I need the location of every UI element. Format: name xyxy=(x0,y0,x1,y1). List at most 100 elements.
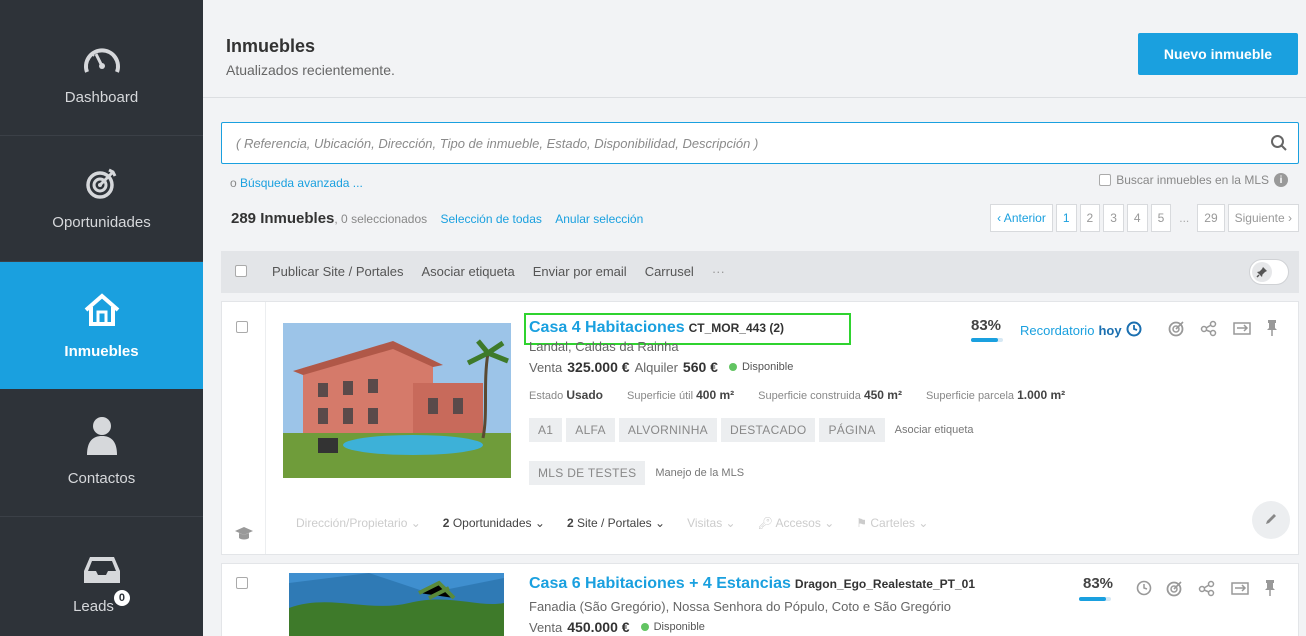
target-icon[interactable] xyxy=(1166,579,1184,600)
search-icon[interactable] xyxy=(1270,134,1288,155)
send-email-action[interactable]: Enviar por email xyxy=(533,264,627,279)
select-all-checkbox[interactable] xyxy=(235,265,247,277)
new-property-button[interactable]: Nuevo inmueble xyxy=(1138,33,1298,75)
export-icon[interactable] xyxy=(1230,580,1250,599)
associate-tag-action[interactable]: Asociar etiqueta xyxy=(422,264,515,279)
gauge-icon xyxy=(82,42,122,79)
edit-button[interactable] xyxy=(1252,501,1290,539)
tag[interactable]: ALVORNINHA xyxy=(618,418,717,442)
share-icon[interactable] xyxy=(1200,319,1218,340)
tag[interactable]: ALFA xyxy=(566,418,615,442)
sidebar-item-inmuebles[interactable]: Inmuebles xyxy=(0,262,203,389)
sidebar-item-leads[interactable]: Leads 0 xyxy=(0,517,203,636)
manage-mls-link[interactable]: Manejo de la MLS xyxy=(655,467,744,479)
property-title-line: Casa 4 Habitaciones CT_MOR_443 (2) xyxy=(529,319,784,337)
property-title-link[interactable]: Casa 6 Habitaciones + 4 Estancias xyxy=(529,575,791,592)
person-icon xyxy=(85,415,119,458)
access-dropdown[interactable]: 🔑︎ Accesos ⌄ xyxy=(758,516,835,530)
sidebar-item-contactos[interactable]: Contactos xyxy=(0,389,203,517)
visits-dropdown[interactable]: Visitas ⌄ xyxy=(687,516,736,530)
clear-selection-link[interactable]: Anular selección xyxy=(555,212,643,226)
search-input[interactable] xyxy=(236,133,1236,153)
property-card: Casa 4 Habitaciones CT_MOR_443 (2) Landal… xyxy=(221,301,1299,555)
completion-bar xyxy=(971,338,1003,342)
opportunities-dropdown[interactable]: 2 Oportunidades ⌄ xyxy=(443,516,545,530)
pager-prev[interactable]: ‹ Anterior xyxy=(990,204,1053,232)
tag-list: A1 ALFA ALVORNINHA DESTACADO PÁGINA Asoc… xyxy=(529,418,974,442)
graduation-cap-icon[interactable] xyxy=(234,526,254,545)
pager-page-1[interactable]: 1 xyxy=(1055,204,1077,232)
signs-dropdown[interactable]: ⚑ Carteles ⌄ xyxy=(856,516,928,530)
status-dot xyxy=(728,363,737,371)
target-icon[interactable] xyxy=(1168,319,1186,340)
card-actions xyxy=(1168,319,1278,340)
pager-page-5[interactable]: 5 xyxy=(1150,204,1172,232)
spec-useful-value: 400 m² xyxy=(696,388,735,402)
tag[interactable]: A1 xyxy=(529,418,563,442)
spec-built-label: Superficie construida xyxy=(758,390,861,402)
mls-search-toggle[interactable]: Buscar inmuebles en la MLS i xyxy=(1099,173,1288,187)
pin-toggle[interactable] xyxy=(1249,259,1289,285)
results-count: 289 Inmuebles xyxy=(231,210,335,227)
carousel-action[interactable]: Carrusel xyxy=(645,264,694,279)
advanced-search-link[interactable]: Búsqueda avanzada ... xyxy=(240,176,363,190)
portals-label: Site / Portales xyxy=(576,516,652,530)
opportunities-label: Oportunidades xyxy=(452,516,532,530)
info-icon[interactable]: i xyxy=(1274,173,1288,187)
completion-bar-fill xyxy=(1079,597,1106,601)
spec-plot-value: 1.000 m² xyxy=(1017,388,1066,402)
owner-dropdown[interactable]: Dirección/Propietario ⌄ xyxy=(296,516,421,530)
property-title-line: Casa 6 Habitaciones + 4 Estancias Dragon_… xyxy=(529,575,975,593)
select-all-link[interactable]: Selección de todas xyxy=(440,212,541,226)
property-price-line: Venta 450.000 € Disponible xyxy=(529,619,705,635)
sidebar-item-label: Leads 0 xyxy=(0,590,203,615)
spec-useful: Superficie útil 400 m² xyxy=(627,388,734,402)
page-header: Inmuebles Atualizados recientemente. Nue… xyxy=(203,0,1306,98)
mls-tag[interactable]: MLS DE TESTES xyxy=(529,461,646,485)
selected-count: , 0 seleccionados xyxy=(334,212,428,226)
card-actions xyxy=(1136,579,1276,600)
mls-label: Buscar inmuebles en la MLS xyxy=(1116,173,1269,187)
sidebar-item-dashboard[interactable]: Dashboard xyxy=(0,0,203,136)
mls-checkbox[interactable] xyxy=(1099,174,1112,186)
property-reference: Dragon_Ego_Realestate_PT_01 xyxy=(794,577,975,591)
spec-plot: Superficie parcela 1.000 m² xyxy=(926,388,1065,402)
pager-next[interactable]: Siguiente › xyxy=(1227,204,1299,232)
publish-portals-action[interactable]: Publicar Site / Portales xyxy=(272,264,404,279)
clock-icon[interactable] xyxy=(1136,580,1152,599)
property-price-line: Venta 325.000 € Alquiler 560 € Disponibl… xyxy=(529,359,793,375)
sidebar-item-oportunidades[interactable]: Oportunidades xyxy=(0,136,203,262)
property-checkbox[interactable] xyxy=(236,321,248,333)
associate-tag-link[interactable]: Asociar etiqueta xyxy=(895,424,974,436)
property-checkbox[interactable] xyxy=(236,577,248,589)
pin-icon[interactable] xyxy=(1264,579,1276,600)
more-actions[interactable]: ··· xyxy=(712,264,725,279)
access-label: Accesos xyxy=(775,516,821,530)
spec-useful-label: Superficie útil xyxy=(627,390,694,402)
portals-dropdown[interactable]: 2 Site / Portales ⌄ xyxy=(567,516,665,530)
pager-page-4[interactable]: 4 xyxy=(1126,204,1148,232)
pager-page-last[interactable]: 29 xyxy=(1197,204,1225,232)
reminder-value: hoy xyxy=(1098,323,1122,338)
tag[interactable]: PÁGINA xyxy=(819,418,885,442)
property-location: Landal, Caldas da Rainha xyxy=(529,339,679,354)
mls-tag-list: MLS DE TESTES Manejo de la MLS xyxy=(529,461,744,485)
reminder[interactable]: Recordatorio hoy xyxy=(1020,321,1142,340)
opportunities-count: 2 xyxy=(442,516,450,530)
spec-state: Estado Usado xyxy=(529,388,603,402)
property-photo[interactable] xyxy=(289,573,504,636)
property-title-link[interactable]: Casa 4 Habitaciones xyxy=(529,319,685,336)
tag[interactable]: DESTACADO xyxy=(720,418,816,442)
pager-page-3[interactable]: 3 xyxy=(1103,204,1124,232)
share-icon[interactable] xyxy=(1198,579,1216,600)
property-photo[interactable] xyxy=(283,323,511,478)
spec-built-value: 450 m² xyxy=(863,388,902,402)
pin-icon[interactable] xyxy=(1266,319,1278,340)
status-dot xyxy=(640,623,649,631)
card-left-strip xyxy=(222,302,266,554)
export-icon[interactable] xyxy=(1232,320,1252,339)
spec-built: Superficie construida 450 m² xyxy=(758,388,902,402)
pager-page-2[interactable]: 2 xyxy=(1079,204,1101,232)
property-card: Casa 6 Habitaciones + 4 Estancias Dragon_… xyxy=(221,563,1299,636)
advanced-prefix: o xyxy=(230,176,237,190)
